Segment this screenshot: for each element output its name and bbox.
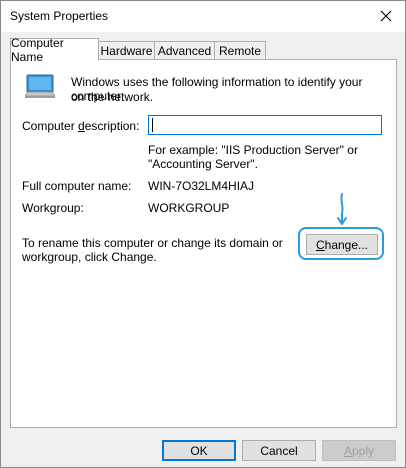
example-text-line1: For example: "IIS Production Server" or: [148, 143, 358, 157]
title-bar[interactable]: System Properties: [1, 1, 405, 32]
intro-text-line2: on the network.: [71, 90, 154, 104]
apply-label: pply: [352, 443, 375, 458]
computer-icon: [25, 74, 56, 98]
tab-advanced[interactable]: Advanced: [154, 41, 215, 60]
window-title: System Properties: [10, 9, 109, 23]
system-properties-window: System Properties Computer Name Hardware…: [0, 0, 406, 468]
example-text-line2: "Accounting Server".: [148, 157, 258, 171]
apply-button[interactable]: Apply: [322, 440, 396, 461]
computer-name-panel: Windows uses the following information t…: [10, 59, 397, 428]
cancel-label: Cancel: [260, 443, 298, 458]
workgroup-label: Workgroup:: [22, 201, 84, 215]
ok-label: OK: [190, 443, 208, 458]
description-label-accelerator: d: [78, 119, 85, 133]
cancel-button[interactable]: Cancel: [242, 440, 316, 461]
full-name-value: WIN-7O32LM4HIAJ: [148, 179, 255, 193]
tab-label: Remote: [218, 44, 262, 58]
rename-text-line1: To rename this computer or change its do…: [22, 236, 283, 250]
tab-label: Computer Name: [11, 35, 64, 64]
change-button[interactable]: Change...: [306, 234, 378, 255]
description-label-part: escription:: [84, 119, 140, 133]
tab-computer-name[interactable]: Computer Name: [10, 36, 99, 64]
ok-button[interactable]: OK: [162, 440, 236, 461]
tab-label: Advanced: [157, 44, 212, 58]
change-button-highlight: Change...: [298, 227, 384, 260]
apply-label-accelerator: A: [343, 443, 352, 458]
description-label-part: Computer: [22, 119, 79, 133]
arrow-down-icon: [337, 193, 347, 226]
rename-text-line2: workgroup, click Change.: [22, 250, 157, 264]
change-label: hange...: [324, 237, 369, 252]
workgroup-value: WORKGROUP: [148, 201, 230, 215]
close-button[interactable]: [373, 5, 399, 27]
description-label: Computer description:: [22, 119, 139, 133]
change-label-accelerator: C: [315, 237, 325, 252]
tab-label: Hardware: [100, 44, 153, 58]
computer-description-input[interactable]: [148, 115, 382, 135]
tab-remote[interactable]: Remote: [214, 41, 266, 60]
text-caret: [152, 118, 153, 132]
full-name-label: Full computer name:: [22, 179, 132, 193]
close-icon: [380, 10, 392, 22]
tab-hardware[interactable]: Hardware: [98, 41, 155, 60]
